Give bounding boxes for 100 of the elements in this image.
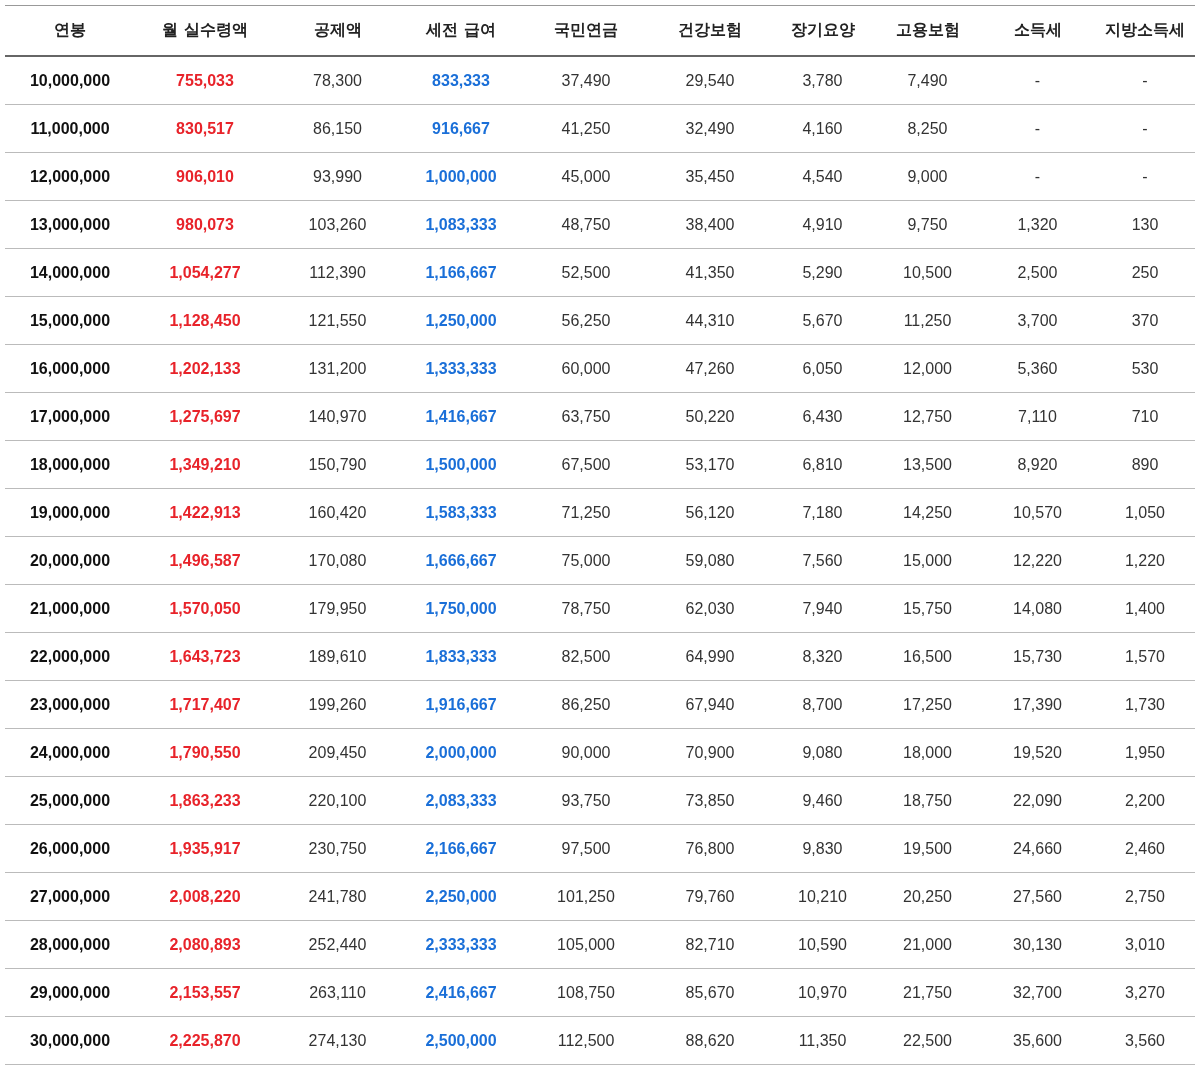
- table-cell-text: 189,610: [307, 647, 368, 666]
- table-cell-text: 45,000: [560, 167, 612, 186]
- table-cell-text: 101,250: [556, 887, 616, 906]
- table-cell-text: 7,940: [801, 599, 844, 618]
- table-cell-text: 1,570,050: [168, 599, 242, 618]
- table-cell-text: 78,300: [312, 71, 363, 90]
- table-cell-text: 1,400: [1123, 599, 1166, 618]
- table-cell-text: 833,333: [431, 71, 491, 90]
- table-cell-text: 220,100: [307, 791, 368, 810]
- table-cell-text: 1,583,333: [424, 503, 498, 522]
- table-cell-text: 93,990: [312, 167, 363, 186]
- table-cell-text: 170,080: [307, 551, 368, 570]
- table-cell-text: 35,600: [1012, 1031, 1063, 1050]
- table-cell-text: 14,080: [1012, 599, 1063, 618]
- table-cell-text: 1,320: [1016, 215, 1059, 234]
- table-cell-text: 71,250: [560, 503, 612, 522]
- table-cell-text: 2,225,870: [168, 1031, 242, 1050]
- table-cell-text: 67,940: [684, 695, 736, 714]
- table-cell-text: 1,833,333: [424, 647, 498, 666]
- table-cell-text: 48,750: [560, 215, 612, 234]
- table-cell-text: 10,000,000: [28, 71, 112, 90]
- table-cell-text: 906,010: [175, 167, 235, 186]
- table-cell-text: 179,950: [307, 599, 368, 618]
- table-cell-text: 370: [1130, 311, 1160, 330]
- table-cell-text: 85,670: [684, 983, 736, 1002]
- table-cell-text: 22,000,000: [28, 647, 112, 666]
- table-cell-text: 11,350: [797, 1031, 848, 1050]
- table-cell-text: 6,430: [801, 407, 844, 426]
- table-cell-text: 263,110: [308, 983, 367, 1002]
- table-cell-text: 1,863,233: [168, 791, 242, 810]
- table-cell-text: 18,000: [902, 743, 953, 762]
- table-cell-text: 1,496,587: [168, 551, 242, 570]
- table-cell-text: 86,250: [560, 695, 612, 714]
- table-cell-text: 9,830: [801, 839, 844, 858]
- table-cell-text: 4,540: [801, 167, 844, 186]
- table-cell-text: 2,200: [1123, 791, 1166, 810]
- table-cell-text: 8,250: [906, 119, 949, 138]
- table-cell-text: 56,120: [684, 503, 736, 522]
- table-cell-text: 252,440: [307, 935, 368, 954]
- table-cell-text: 3,560: [1123, 1031, 1166, 1050]
- table-cell-text: 7,490: [906, 71, 949, 90]
- table-cell-text: 160,420: [307, 503, 368, 522]
- table-cell-text: 24,000,000: [28, 743, 112, 762]
- column-header: 장기요양: [789, 20, 856, 41]
- table-cell-text: 82,500: [560, 647, 612, 666]
- table-cell-text: 9,460: [801, 791, 844, 810]
- table-cell-text: 112,390: [308, 263, 367, 282]
- table-cell-text: 21,750: [902, 983, 953, 1002]
- table-cell-text: 27,000,000: [28, 887, 112, 906]
- table-cell-text: 97,500: [560, 839, 612, 858]
- table-cell-text: -: [1141, 167, 1149, 186]
- table-cell-text: 1,050: [1123, 503, 1166, 522]
- table-cell-text: 9,080: [801, 743, 844, 762]
- table-cell-text: 2,083,333: [424, 791, 498, 810]
- table-cell-text: 88,620: [684, 1031, 736, 1050]
- table-cell-text: 30,130: [1012, 935, 1063, 954]
- table-cell-text: 1,916,667: [424, 695, 498, 714]
- table-cell-text: 11,250: [902, 311, 953, 330]
- table-cell-text: 1,500,000: [424, 455, 498, 474]
- table-cell-text: 10,970: [797, 983, 848, 1002]
- table-cell-text: 1,950: [1123, 743, 1166, 762]
- table-cell-text: 3,700: [1016, 311, 1059, 330]
- table-cell-text: -: [1033, 71, 1042, 90]
- table-cell-text: 67,500: [560, 455, 612, 474]
- table-cell-text: 17,390: [1012, 695, 1063, 714]
- table-cell-text: 103,260: [307, 215, 368, 234]
- table-cell-text: 1,730: [1123, 695, 1166, 714]
- table-cell-text: 2,080,893: [168, 935, 242, 954]
- table-cell-text: 1,220: [1123, 551, 1166, 570]
- table-cell-text: 13,000,000: [28, 215, 112, 234]
- table-cell-text: 19,500: [902, 839, 953, 858]
- table-cell-text: 2,750: [1123, 887, 1166, 906]
- table-cell-text: 2,460: [1123, 839, 1166, 858]
- table-cell-text: 23,000,000: [28, 695, 112, 714]
- table-cell-text: 25,000,000: [28, 791, 112, 810]
- table-cell-text: 62,030: [684, 599, 736, 618]
- table-cell-text: 15,730: [1012, 647, 1063, 666]
- table-cell-text: 38,400: [684, 215, 736, 234]
- table-cell-text: 35,450: [684, 167, 736, 186]
- table-cell-text: 44,310: [684, 311, 736, 330]
- table-cell-text: 11,000,000: [29, 119, 111, 138]
- table-cell-text: 93,750: [560, 791, 612, 810]
- table-cell-text: 2,166,667: [424, 839, 498, 858]
- table-cell-text: 12,220: [1012, 551, 1063, 570]
- table-cell-text: 209,450: [307, 743, 368, 762]
- table-cell-text: 105,000: [556, 935, 616, 954]
- table-cell-text: 5,360: [1016, 359, 1059, 378]
- table-cell-text: 2,008,220: [168, 887, 242, 906]
- table-cell-text: 13,500: [902, 455, 953, 474]
- table-cell-text: 20,000,000: [28, 551, 112, 570]
- table-cell-text: 47,260: [684, 359, 736, 378]
- table-cell-text: 710: [1130, 407, 1160, 426]
- table-cell-text: 830,517: [175, 119, 235, 138]
- table-cell-text: 10,210: [797, 887, 848, 906]
- column-header: 연봉: [53, 20, 87, 41]
- table-cell-text: 52,500: [560, 263, 612, 282]
- table-cell-text: 73,850: [684, 791, 736, 810]
- table-cell-text: 4,910: [801, 215, 844, 234]
- table-cell-text: 27,560: [1012, 887, 1063, 906]
- table-cell-text: 29,540: [684, 71, 736, 90]
